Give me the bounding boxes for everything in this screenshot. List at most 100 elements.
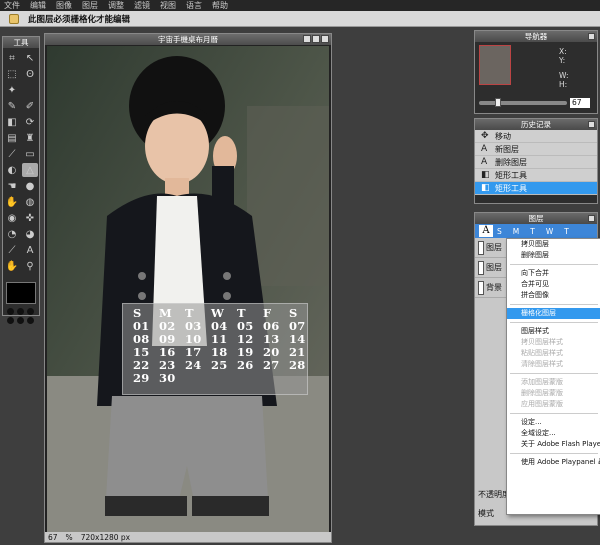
calendar-day: 26 [237,358,254,372]
history-item-label: 删除图层 [495,157,527,167]
spot-tool-icon[interactable]: ✜ [22,211,38,225]
panel-close-icon[interactable] [588,215,595,222]
bloat-tool-icon[interactable]: ◔ [4,227,20,241]
menu-4[interactable]: 调整 [108,0,124,11]
move-icon: ✥ [481,131,489,141]
pencil-tool-icon[interactable]: ✎ [4,99,20,113]
calendar-day [237,372,263,385]
minimize-icon[interactable] [303,35,311,43]
marquee-tool-icon[interactable]: ⬚ [4,67,20,81]
history-item[interactable]: A 新图层 [475,143,597,156]
context-menu-item[interactable]: 向下合并 [507,268,600,279]
layer-name-char: T [564,226,569,236]
menu-0[interactable]: 文件 [4,0,20,11]
move-tool-icon[interactable]: ↖ [22,51,38,65]
calendar-day: 28 [289,358,306,372]
zoom-slider-knob[interactable] [495,98,501,107]
burn-tool-icon[interactable]: ✋ [4,195,20,209]
panel-close-icon[interactable] [588,121,595,128]
lasso-tool-icon[interactable]: ʘ [22,67,38,81]
dodge-tool-icon[interactable]: ● [22,179,38,193]
foreground-color-swatch[interactable] [6,282,36,304]
tools-title: 工具 [3,37,39,48]
panel-close-icon[interactable] [588,33,595,40]
context-menu-item[interactable]: 全域设定... [507,428,600,439]
zoom-slider-track[interactable] [479,101,567,105]
navigator-readout: X: Y: W: H: [559,47,569,89]
history-item[interactable]: ◧ 矩形工具 [475,169,597,182]
hand-tool-icon[interactable]: ✋ [4,259,20,273]
eraser-tool-icon[interactable]: ◧ [4,115,20,129]
type-tool-icon[interactable]: A [22,243,38,257]
folder-icon[interactable] [9,13,19,24]
y-label: Y: [559,56,566,65]
context-menu-item: 清除图层样式 [521,360,563,368]
layer-name-char: S [497,226,502,236]
sponge-tool-icon[interactable]: ◍ [22,195,38,209]
tool-grid: ⌗ ↖ ⬚ ʘ ✦ ✎ ✐ ◧ ⟳ ▤ ♜ ⟋ ▭ ◐ △ ☚ ● ✋ ◍ ◉ ✜ ◔ ◕ ⟋ A ✋ ⚲ [3,48,39,276]
colorpick-tool-icon[interactable]: ⟋ [4,243,20,257]
history-item[interactable]: ✥ 移动 [475,130,597,143]
crop-tool-icon[interactable]: ⌗ [4,51,20,65]
history-item[interactable]: ◧ 矩形工具 [475,182,597,195]
smudge-tool-icon[interactable]: ☚ [4,179,20,193]
menu-separator [510,304,598,305]
close-icon[interactable] [321,35,329,43]
document-title: 宇宙手機桌布月曆 [158,35,218,44]
menu-1[interactable]: 编辑 [30,0,46,11]
history-item-label: 新图层 [495,144,519,154]
document-status-bar: 67 % 720x1280 px [45,532,331,542]
layer-row-selected[interactable]: A SMTWT [475,224,597,238]
brush-dots [6,308,36,324]
redeye-tool-icon[interactable]: ◉ [4,211,20,225]
menu-separator [510,373,598,374]
brush-tool-icon[interactable]: ✐ [22,99,38,113]
blank-tool-icon[interactable] [22,83,38,97]
calendar-overlay[interactable]: S M T W T F S 01 02 03 04 05 06 07 08 09 10 11 12 13 14 15 16 1… [122,303,308,395]
menu-6[interactable]: 视图 [160,0,176,11]
context-menu-item: 删除图层蒙版 [521,389,563,397]
menu-8[interactable]: 帮助 [212,0,228,11]
sharpen-tool-icon[interactable]: △ [22,163,38,177]
replace-tool-icon[interactable]: ⟳ [22,115,38,129]
pinch-tool-icon[interactable]: ◕ [22,227,38,241]
context-menu-item[interactable]: 拼合图像 [507,290,600,301]
menu-5[interactable]: 滤镜 [134,0,150,11]
history-item[interactable]: A 删除图层 [475,156,597,169]
context-menu-item[interactable]: 合并可见 [507,279,600,290]
zoom-level[interactable]: 67 [48,533,58,542]
menu-3[interactable]: 图层 [82,0,98,11]
context-menu-item[interactable]: 图层样式 [507,326,600,337]
context-menu-item[interactable]: 关于 Adobe Flash Player 1 [507,439,600,450]
layer-context-menu: 拷贝图层 删除图层 向下合并 合并可见 拼合图像 栅格化图层 图层样式 拷贝图层样式 粘贴图层样… [506,238,600,515]
zoom-unit: % [65,532,73,542]
navigator-thumbnail[interactable] [479,45,511,85]
context-menu-item[interactable]: 删除图层 [507,250,600,261]
canvas-photo[interactable]: S M T W T F S 01 02 03 04 05 06 07 08 09 10 11 12 13 14 15 16 1… [47,46,329,532]
calendar-day [263,372,289,385]
menu-separator [510,453,598,454]
history-item-label: 移动 [495,131,511,141]
drop-tool-icon[interactable]: ◐ [4,163,20,177]
picker-tool-icon[interactable]: ⟋ [4,147,20,161]
context-menu-item[interactable]: 使用 Adobe Playpanel 尋 [507,457,600,468]
shape-tool-icon[interactable]: ▭ [22,147,38,161]
stamp-tool-icon[interactable]: ♜ [22,131,38,145]
context-menu-item[interactable]: 栅格化图层 [507,308,600,319]
layer-name-char: M [512,226,520,236]
menu-2[interactable]: 图像 [56,0,72,11]
calendar-day: 27 [263,358,280,372]
navigator-zoom-input[interactable]: 67 [570,98,590,108]
gradient-tool-icon[interactable]: ▤ [4,131,20,145]
zoom-tool-icon[interactable]: ⚲ [22,259,38,273]
options-bar: 此图层必须栅格化才能编辑 [0,11,600,27]
context-menu-item[interactable]: 拷贝图层 [507,239,600,250]
calendar-day [289,372,315,385]
context-menu-item[interactable]: 设定... [507,417,600,428]
maximize-icon[interactable] [312,35,320,43]
document-titlebar: 宇宙手機桌布月曆 [45,34,331,45]
context-menu-item: 添加图层蒙版 [521,378,563,386]
wand-tool-icon[interactable]: ✦ [4,83,20,97]
menu-7[interactable]: 语言 [186,0,202,11]
navigator-panel: 导航器 X: Y: W: H: 67 [474,30,598,114]
